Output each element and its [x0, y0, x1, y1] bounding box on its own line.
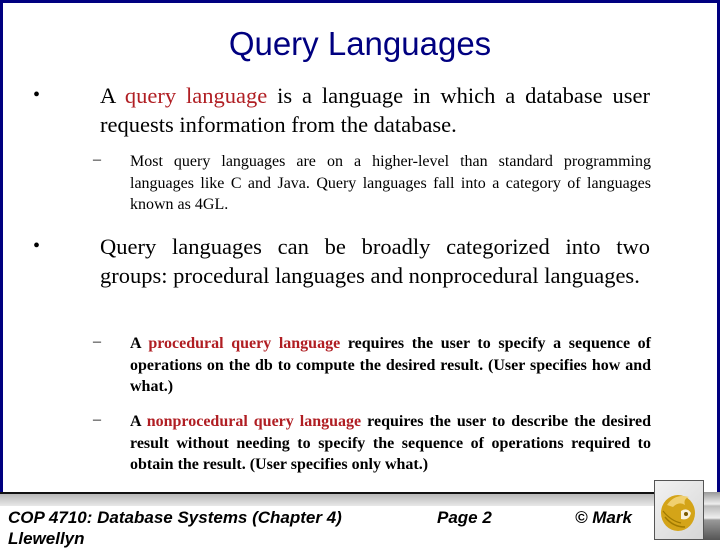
text-run: A — [130, 335, 149, 352]
dash-marker: – — [93, 411, 101, 428]
text-run: A — [100, 83, 125, 108]
footer-author-overflow: Llewellyn — [8, 529, 85, 548]
sub-bullet-2-1-text: A procedural query language requires the… — [130, 333, 651, 398]
footer-copyright: © Mark — [575, 508, 632, 527]
slide-title: Query Languages — [228, 25, 492, 62]
term-query-language: query language — [124, 83, 268, 108]
bullet-marker: • — [33, 235, 41, 257]
logo-box — [654, 480, 704, 540]
sub-bullet-2-2-text: A nonprocedural query language requires … — [130, 411, 651, 476]
sub-bullet-1-1-text: Most query languages are on a higher-lev… — [130, 151, 651, 216]
bullet-1-text: A query language is a language in which … — [100, 81, 650, 139]
text-run: Query languages can be broadly categoriz… — [100, 234, 650, 288]
dash-marker: – — [93, 151, 101, 168]
slide-frame: Query Languages • A query language is a … — [0, 0, 720, 492]
bullet-2-text: Query languages can be broadly categoriz… — [100, 232, 650, 290]
footer-gradient-bar — [0, 492, 720, 506]
pegasus-logo-icon — [661, 495, 695, 531]
dash-marker: – — [93, 333, 101, 350]
term-nonprocedural-query-language: nonprocedural query language — [146, 413, 362, 430]
footer-course: COP 4710: Database Systems (Chapter 4) — [8, 508, 342, 527]
bullet-marker: • — [33, 84, 41, 106]
term-procedural-query-language: procedural query language — [148, 335, 341, 352]
footer-page-number: Page 2 — [437, 508, 492, 527]
text-run: Most query languages are on a higher-lev… — [130, 153, 651, 213]
footer-right-decoration — [704, 492, 720, 540]
text-run: A — [130, 413, 147, 430]
